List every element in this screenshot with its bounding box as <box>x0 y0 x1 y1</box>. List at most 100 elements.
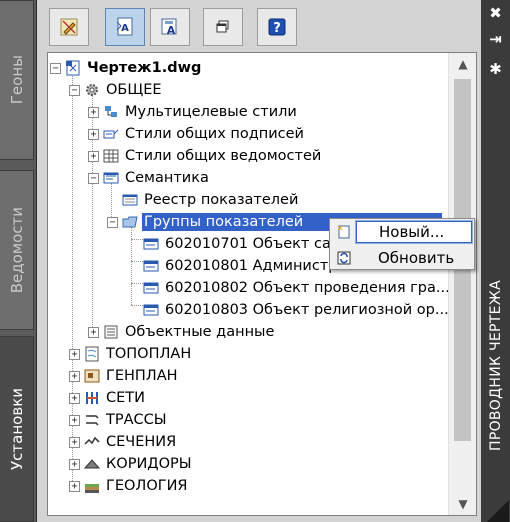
context-menu: Новый... Обновить <box>329 218 475 270</box>
tree-guide-line <box>131 305 143 306</box>
tree-node-label: Стили общих ведомостей <box>125 148 322 164</box>
refresh-icon <box>334 248 354 268</box>
indicator-group-icon <box>143 280 159 296</box>
tree-node-object-data[interactable]: + Объектные данные <box>88 321 276 343</box>
display-text-button[interactable]: A <box>105 8 145 46</box>
tree-node-label: Стили общих подписей <box>125 126 304 142</box>
expand-toggle[interactable]: + <box>88 106 99 118</box>
tree-guide-line <box>131 261 143 262</box>
routes-icon <box>84 412 100 428</box>
tree-node-multileader[interactable]: + Мультицелевые стили <box>88 101 299 123</box>
tree-node-genplan[interactable]: + ГЕНПЛАН <box>69 365 180 387</box>
expand-toggle[interactable]: + <box>69 436 80 448</box>
tree-node-labels[interactable]: + Стили общих подписей <box>88 123 306 145</box>
tree-leaf[interactable]: 602010802 Объект проведения гра... <box>143 277 452 299</box>
expand-toggle[interactable]: + <box>88 128 99 140</box>
palette-title: ПРОВОДНИК ЧЕРТЕЖА <box>481 280 510 500</box>
tree-node-semantika[interactable]: − Семантика <box>88 167 211 189</box>
tree-node-registry[interactable]: Реестр показателей <box>122 189 300 211</box>
tree-leaf-label: 602010803 Объект религиозной ор... <box>165 302 449 318</box>
tab-ustanovki-label: Установки <box>7 388 26 470</box>
table-style-icon <box>103 148 119 164</box>
menu-item-new[interactable]: Новый... <box>332 220 473 244</box>
gear-icon <box>84 82 100 98</box>
tab-geony[interactable]: Геоны <box>0 0 34 160</box>
menu-item-refresh[interactable]: Обновить <box>332 247 472 269</box>
expand-toggle[interactable]: + <box>69 392 80 404</box>
label-style-icon <box>103 126 119 142</box>
tree-node-sections[interactable]: + СЕЧЕНИЯ <box>69 431 178 453</box>
tree-leaf[interactable]: 602010803 Объект религиозной ор... <box>143 299 451 321</box>
registry-icon <box>122 192 138 208</box>
tree-node-tables[interactable]: + Стили общих ведомостей <box>88 145 323 167</box>
tree-node-label: ТРАССЫ <box>106 412 167 428</box>
drawing-file-icon <box>65 60 81 76</box>
help-icon: ? <box>268 18 286 36</box>
indicator-group-icon <box>143 236 159 252</box>
collapse-toggle[interactable]: − <box>88 172 99 184</box>
tree-node-routes[interactable]: + ТРАССЫ <box>69 409 169 431</box>
palette-title-label: ПРОВОДНИК ЧЕРТЕЖА <box>487 280 504 451</box>
collapse-toggle[interactable]: − <box>107 216 118 228</box>
indicator-group-icon <box>143 258 159 274</box>
tree-guide-line <box>131 239 143 240</box>
topoplan-icon <box>84 346 100 362</box>
tree-node-label: Объектные данные <box>125 324 275 340</box>
display-text-icon: A <box>116 17 133 36</box>
tree-root-label: Чертеж1.dwg <box>87 60 202 76</box>
tree-node-label: СЕТИ <box>106 390 145 406</box>
expand-toggle[interactable]: + <box>69 370 80 382</box>
edit-button[interactable] <box>49 8 89 46</box>
expand-toggle[interactable]: + <box>88 326 99 338</box>
tree-node-label: Реестр показателей <box>144 192 299 208</box>
scroll-down-icon[interactable]: ▼ <box>449 493 476 515</box>
menu-item-label: Новый... <box>355 220 473 244</box>
svg-text:A: A <box>167 24 176 37</box>
tree-node-label: ТОПОПЛАН <box>106 346 192 362</box>
resize-grip[interactable] <box>487 500 509 522</box>
collapse-toggle[interactable]: − <box>50 62 61 74</box>
palette-title-strip: ✖ ⇥ ✱ ПРОВОДНИК ЧЕРТЕЖА <box>481 0 510 522</box>
networks-icon <box>84 390 100 406</box>
tree-node-obshchee[interactable]: − ОБЩЕЕ <box>69 79 164 101</box>
properties-icon[interactable]: ✱ <box>481 58 510 80</box>
indicator-group-icon <box>143 302 159 318</box>
sections-icon <box>84 434 100 450</box>
vertical-scrollbar[interactable]: ▲ ▼ <box>448 53 476 515</box>
expand-toggle[interactable]: + <box>88 150 99 162</box>
semantics-icon <box>103 170 119 186</box>
expand-toggle[interactable]: + <box>69 348 80 360</box>
tree-node-geology[interactable]: + ГЕОЛОГИЯ <box>69 475 190 497</box>
auto-hide-icon[interactable]: ⇥ <box>481 28 510 50</box>
tree-node-label: СЕЧЕНИЯ <box>106 434 177 450</box>
windows-button[interactable] <box>203 8 243 46</box>
folder-icon <box>122 214 138 230</box>
scroll-up-icon[interactable]: ▲ <box>449 53 476 75</box>
tree-guide-line <box>131 283 143 284</box>
tree-root[interactable]: − Чертеж1.dwg <box>50 57 203 79</box>
windows-icon <box>216 20 229 33</box>
tab-vedomosti[interactable]: Ведомости <box>0 170 34 330</box>
tree-node-networks[interactable]: + СЕТИ <box>69 387 147 409</box>
geology-icon <box>84 478 100 494</box>
help-button[interactable]: ? <box>257 8 297 46</box>
close-icon[interactable]: ✖ <box>481 2 510 24</box>
expand-toggle[interactable]: + <box>69 480 80 492</box>
tree-node-label: Мультицелевые стили <box>125 104 297 120</box>
tree-node-label: КОРИДОРЫ <box>106 456 192 472</box>
expand-toggle[interactable]: + <box>69 414 80 426</box>
tab-vedomosti-label: Ведомости <box>7 206 26 294</box>
collapse-toggle[interactable]: − <box>69 84 80 96</box>
object-data-icon <box>103 324 119 340</box>
corridors-icon <box>84 456 100 472</box>
tree-node-topoplan[interactable]: + ТОПОПЛАН <box>69 343 193 365</box>
text-style-button[interactable]: A <box>150 8 190 46</box>
genplan-icon <box>84 368 100 384</box>
tree-view: − Чертеж1.dwg − ОБЩЕЕ + Мультицелевые ст… <box>47 52 477 516</box>
new-icon <box>334 222 354 242</box>
svg-text:A: A <box>121 23 129 34</box>
tree-node-corridors[interactable]: + КОРИДОРЫ <box>69 453 194 475</box>
tree-node-label: ГЕНПЛАН <box>106 368 178 384</box>
expand-toggle[interactable]: + <box>69 458 80 470</box>
tab-ustanovki[interactable]: Установки <box>0 336 34 522</box>
